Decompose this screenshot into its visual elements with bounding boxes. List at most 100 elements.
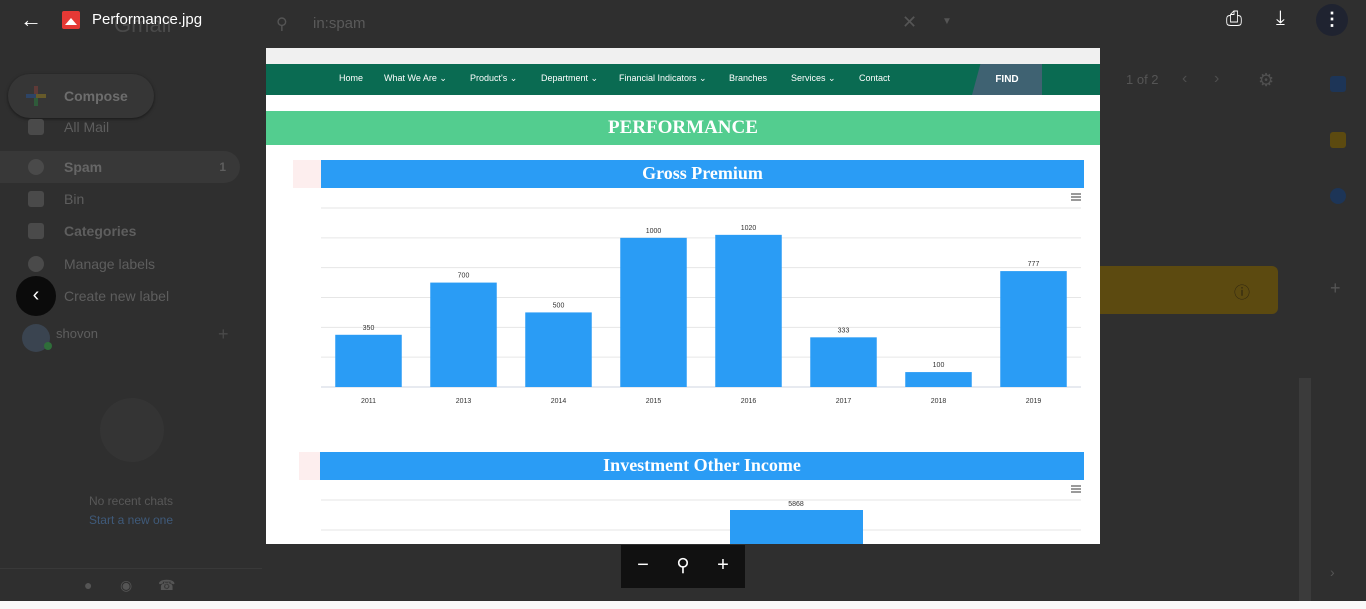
zoom-toolbar: − ⚲ +	[621, 545, 745, 588]
x-tick-2018: 2018	[931, 398, 947, 405]
site-nav-branches: Branches	[729, 73, 768, 83]
chart-tab-decoration	[299, 452, 321, 480]
no-chats-text: No recent chats	[88, 494, 174, 508]
arrow-left-icon[interactable]: ←	[20, 7, 42, 33]
x-tick-2019: 2019	[1026, 398, 1042, 405]
chart-menu-icon	[1071, 193, 1081, 201]
collapse-back-icon[interactable]: ‹	[16, 276, 56, 316]
file-name: Performance.jpg	[92, 11, 203, 28]
performance-heading: PERFORMANCE	[266, 111, 1100, 145]
pager-arrows[interactable]: ‹ ›	[1182, 70, 1219, 88]
site-nav-financial-indicators: Financial Indicators ⌄	[619, 73, 707, 83]
download-icon[interactable]: ⤓	[1276, 7, 1285, 30]
person-icon[interactable]: ●	[84, 577, 92, 593]
bottom-strip	[0, 601, 1366, 609]
compose-label: Compose	[64, 88, 128, 104]
bar-2014	[525, 312, 592, 387]
nav-label: Manage labels	[64, 256, 156, 272]
x-tick-2013: 2013	[456, 398, 472, 405]
bar-2013	[430, 282, 497, 387]
nav-categories[interactable]: Categories	[0, 215, 240, 247]
calendar-icon[interactable]	[1330, 76, 1346, 92]
plus-icon[interactable]: +	[703, 554, 743, 577]
data-label-2011: 350	[363, 325, 375, 332]
trash-icon	[28, 191, 44, 207]
more-vert-icon[interactable]: ⋮	[1316, 4, 1348, 36]
x-tick-2016: 2016	[741, 398, 757, 405]
x-tick-2011: 2011	[361, 398, 376, 405]
site-nav-what-we-are: What We Are ⌄	[384, 73, 447, 83]
label-icon	[28, 223, 44, 239]
data-label-2016: 1020	[741, 225, 757, 232]
spam-icon	[28, 159, 44, 175]
tasks-icon[interactable]	[1330, 188, 1346, 204]
bar-2011	[335, 334, 402, 387]
bar-investment-income	[730, 510, 863, 544]
site-navbar: Home What We Are ⌄ Product's ⌄ Departmen…	[266, 64, 1100, 95]
add-addon-icon[interactable]: +	[1330, 278, 1346, 298]
mail-stack-icon	[28, 119, 44, 135]
data-label-investment-income: 5868	[788, 501, 804, 508]
minus-icon[interactable]: −	[623, 554, 663, 577]
chart-title-gross-premium: Gross Premium	[321, 160, 1084, 188]
data-label-2018: 100	[933, 362, 945, 369]
bar-2018	[905, 372, 972, 387]
nav-count: 1	[219, 160, 226, 174]
hangouts-user[interactable]: shovon +	[22, 322, 242, 352]
nav-bin[interactable]: Bin	[0, 183, 240, 215]
bar-2016	[715, 234, 782, 387]
nav-label: Spam	[64, 159, 103, 175]
data-label-2017: 333	[838, 327, 850, 334]
nav-spam[interactable]: Spam 1	[0, 151, 240, 183]
warning-banner: ⓘ	[1100, 266, 1278, 314]
online-status-icon	[44, 342, 52, 350]
settings-gear-icon[interactable]: ⚙	[1258, 70, 1274, 91]
zoom-reset-icon[interactable]: ⚲	[663, 555, 703, 576]
chat-bubble-icon	[100, 398, 164, 462]
compose-plus-icon	[24, 84, 48, 108]
chat-footer: ● ◉ ☎	[0, 568, 262, 602]
expand-panel-icon[interactable]: ›	[1330, 564, 1346, 580]
data-label-2013: 700	[458, 273, 470, 280]
site-nav-home: Home	[339, 73, 364, 83]
site-find-button: FIND	[972, 64, 1042, 95]
printer-icon[interactable]: ⎙	[1226, 8, 1242, 31]
nav-all-mail[interactable]: All Mail	[0, 119, 240, 137]
site-nav-services: Services ⌄	[791, 73, 836, 83]
add-chat-icon[interactable]: +	[218, 324, 229, 345]
scrollbar[interactable]	[1299, 378, 1311, 604]
gear-icon	[28, 256, 44, 272]
x-tick-2015: 2015	[646, 398, 662, 405]
chart-title-investment-other-income: Investment Other Income	[320, 452, 1084, 480]
gross-premium-chart: 350 2011 700 2013 500 2014 1000 2015 1020 2016 333…	[321, 207, 1081, 405]
image-file-icon	[62, 11, 80, 29]
nav-label: Create new label	[64, 288, 170, 304]
start-chat-link[interactable]: Start a new one	[0, 513, 262, 527]
bar-2017	[810, 337, 877, 387]
bar-2019	[1000, 271, 1067, 387]
help-icon[interactable]: ⓘ	[1234, 279, 1250, 303]
image-preview: Home What We Are ⌄ Product's ⌄ Departmen…	[266, 48, 1100, 544]
investment-other-income-chart: 5868	[321, 499, 1081, 544]
nav-label: Categories	[64, 223, 137, 239]
user-name: shovon	[56, 326, 98, 341]
data-label-2014: 500	[553, 302, 565, 309]
site-nav-department: Department ⌄	[541, 73, 599, 83]
data-label-2019: 777	[1028, 261, 1040, 268]
hangouts-icon[interactable]: ◉	[120, 577, 132, 594]
phone-icon[interactable]: ☎	[158, 577, 175, 594]
compose-button[interactable]: Compose	[8, 74, 154, 118]
x-tick-2014: 2014	[551, 398, 567, 405]
x-tick-2017: 2017	[836, 398, 852, 405]
nav-label: Bin	[64, 191, 85, 207]
site-nav-contact: Contact	[859, 73, 891, 83]
keep-icon[interactable]	[1330, 132, 1346, 148]
pager-text: 1 of 2	[1126, 72, 1159, 87]
nav-label: All Mail	[64, 119, 110, 135]
bar-2015	[620, 237, 687, 387]
data-label-2015: 1000	[646, 228, 662, 235]
image-top-strip	[266, 48, 1100, 64]
chart-tab-decoration	[293, 160, 321, 188]
viewer-toolbar: ← Performance.jpg ⎙ ⤓ ⋮	[0, 0, 1366, 40]
site-nav-products: Product's ⌄	[470, 73, 518, 83]
